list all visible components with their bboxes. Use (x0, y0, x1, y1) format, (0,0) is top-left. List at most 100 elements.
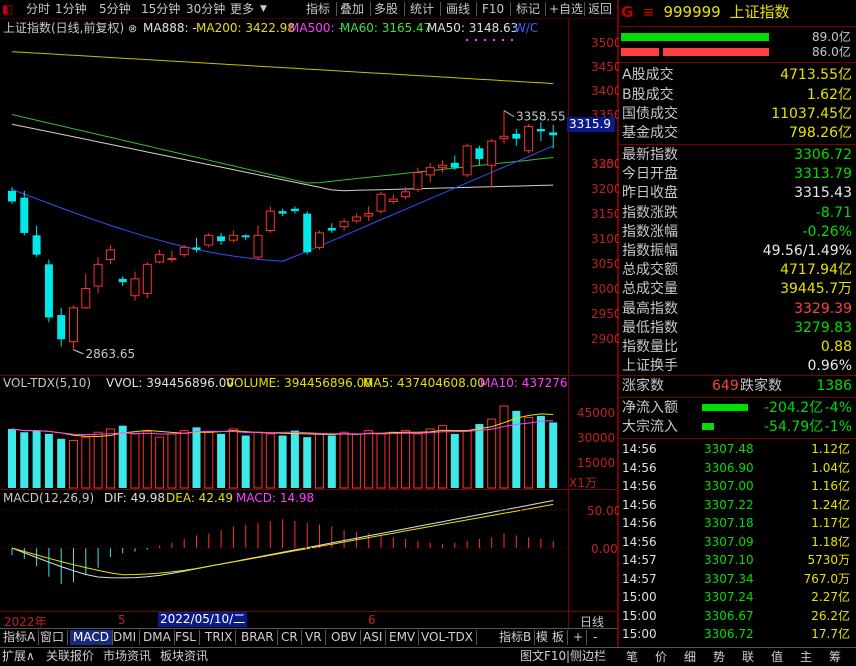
tab-emv[interactable]: EMV (386, 630, 420, 645)
stat-label: 指数振幅 (622, 243, 678, 259)
tab-30min[interactable]: 30分钟 (186, 0, 225, 18)
volume-bar (228, 428, 238, 489)
tab-5min[interactable]: 5分钟 (99, 0, 131, 18)
macd-tick-0: 0.00 (591, 542, 618, 556)
btn-tick[interactable]: 笔 (626, 649, 638, 665)
volume-bar (512, 410, 521, 488)
bottom-related-quote[interactable]: 关联报价 (46, 648, 94, 664)
tick-price: 3307.18 (704, 516, 754, 530)
group-row-bond: 国债成交 11037.45亿 (620, 104, 854, 124)
tick-amount: 1.16亿 (811, 479, 850, 493)
volume-bar (204, 431, 214, 489)
g-icon: G (621, 3, 634, 21)
volume-bar (475, 424, 484, 488)
tick-price: 3307.48 (704, 442, 754, 456)
vol-tick-30000: 30000 (577, 431, 616, 445)
btn-add-watchlist[interactable]: +自选 (549, 0, 583, 18)
tab-dmi[interactable]: DMI (110, 630, 141, 645)
btn-value[interactable]: 值 (771, 649, 783, 665)
tab-add[interactable]: + (570, 630, 588, 645)
vol-tick-15000: 15000 (577, 456, 616, 470)
bar1-value: 89.0亿 (812, 30, 851, 44)
tab-vr[interactable]: VR (302, 630, 326, 645)
candle-body (450, 162, 459, 168)
tab-vol-tdx[interactable]: VOL-TDX (418, 630, 477, 645)
candle-body (413, 172, 423, 190)
tab-fsl[interactable]: FSL (172, 630, 200, 645)
btn-detail[interactable]: 细 (684, 649, 696, 665)
bottom-market-news[interactable]: 市场资讯 (103, 648, 151, 664)
tab-remove-icon[interactable]: - (590, 630, 600, 645)
macd-panel[interactable]: MACD(12,26,9) DIF: 49.98 DEA: 42.49 MACD… (0, 490, 568, 611)
tab-macd[interactable]: MACD (70, 630, 113, 645)
block-value: -54.79亿 (764, 419, 824, 435)
tab-template[interactable]: 模 板 (533, 630, 568, 645)
tab-brar[interactable]: BRAR (238, 630, 278, 645)
tab-indicator-b[interactable]: 指标B (496, 630, 536, 645)
tab-trix[interactable]: TRIX (202, 630, 237, 645)
btn-indicator[interactable]: 指标 (306, 0, 330, 18)
tab-obv[interactable]: OBV (328, 630, 361, 645)
tab-indicator-a[interactable]: 指标A (0, 630, 40, 645)
signal-dot (502, 39, 504, 41)
y-tick-2950: 2950 (591, 307, 622, 321)
candle-body (499, 135, 509, 140)
volume-bar (130, 433, 140, 489)
tab-cr[interactable]: CR (278, 630, 302, 645)
btn-trend[interactable]: 势 (713, 649, 725, 665)
candle-body (105, 249, 115, 260)
stat-label: 指数量比 (622, 339, 678, 355)
candle-body (118, 278, 127, 283)
volume-bar (524, 416, 534, 489)
candle-body (142, 263, 152, 294)
stat-label: 今日开盘 (622, 166, 678, 183)
tick-amount: 1.24亿 (811, 497, 850, 512)
ma60-line (11, 114, 554, 184)
btn-multi-stock[interactable]: 多股 (374, 0, 398, 18)
btn-mark[interactable]: 标记 (516, 0, 540, 18)
volume-bar (315, 433, 324, 489)
volume-bar (376, 433, 386, 489)
tab-dma[interactable]: DMA (140, 630, 175, 645)
candle-body (204, 234, 214, 246)
btn-back[interactable]: 返回 (588, 0, 612, 18)
volume-bar (8, 428, 16, 488)
btn-chips[interactable]: 筹 (829, 649, 841, 665)
menu-icon[interactable]: ≡ (642, 3, 655, 21)
tab-window[interactable]: 窗口 (37, 630, 69, 645)
bottom-sector-news[interactable]: 板块资讯 (160, 648, 208, 664)
tab-fenshi[interactable]: 分时 (26, 0, 50, 18)
group-row-a: A股成交 4713.55亿 (620, 65, 854, 85)
stat-label: 最高指数 (622, 300, 678, 317)
tab-more[interactable]: 更多 (230, 0, 254, 18)
btn-overlay[interactable]: 叠加 (340, 0, 364, 18)
toolbar-home-icon[interactable]: ◧ (2, 0, 13, 18)
volume-bar (401, 430, 411, 489)
btn-statistics[interactable]: 统计 (410, 0, 434, 18)
tick-price: 3307.24 (704, 590, 754, 604)
bottom-f10[interactable]: 图文F10 (520, 648, 566, 664)
stat-row: 上证换手 0.96% (620, 356, 854, 376)
block-label: 大宗流入 (622, 419, 678, 435)
tab-asi[interactable]: ASI (360, 630, 387, 645)
tab-15min[interactable]: 15分钟 (141, 0, 180, 18)
btn-draw-line[interactable]: 画线 (446, 0, 470, 18)
label-b-turnover: B股成交 (622, 87, 674, 103)
tick-time: 15:00 (622, 627, 657, 641)
main-kline-panel[interactable]: 上证指数(日线,前复权) ⊗ MA888: - MA200: 3422.98 M… (0, 19, 568, 375)
more-dropdown-icon[interactable]: ▼ (260, 0, 267, 18)
bottom-sidebar[interactable]: |侧边栏 (566, 648, 606, 664)
tab-1min[interactable]: 1分钟 (55, 0, 87, 18)
bottom-expand[interactable]: 扩展∧ (2, 648, 35, 664)
netflow-row: 净流入额 -204.2亿 -4% (620, 398, 854, 418)
btn-f10[interactable]: F10 (482, 0, 504, 18)
btn-main[interactable]: 主 (800, 649, 812, 665)
candle-body (303, 213, 312, 253)
stat-label: 总成交额 (622, 262, 678, 279)
btn-price[interactable]: 价 (655, 649, 667, 665)
tick-amount: 26.2亿 (811, 608, 850, 623)
volume-bar (290, 430, 299, 488)
candle-body (20, 197, 29, 233)
volume-panel[interactable]: VOL-TDX(5,10) VVOL: 394456896.00 VOLUME:… (0, 376, 568, 489)
btn-link[interactable]: 联 (742, 649, 754, 665)
